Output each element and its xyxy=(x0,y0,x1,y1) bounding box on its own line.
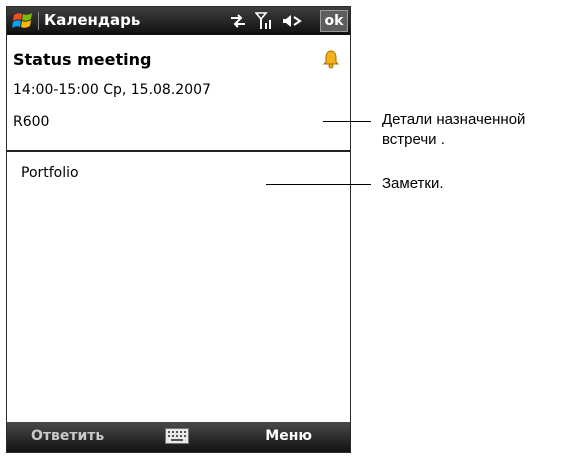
connectivity-icon[interactable] xyxy=(229,13,247,29)
title-separator xyxy=(38,12,39,30)
notes-callout-line xyxy=(266,184,371,185)
ok-button[interactable]: ok xyxy=(320,10,348,32)
details-callout-label: Детали назначенной встречи . xyxy=(382,110,525,150)
notes-callout-label: Заметки. xyxy=(382,175,444,192)
menu-softkey[interactable]: Меню xyxy=(265,428,312,444)
speaker-icon[interactable] xyxy=(281,13,303,29)
signal-icon[interactable] xyxy=(255,12,273,30)
windows-start-icon[interactable] xyxy=(12,10,34,32)
appointment-datetime: 14:00-15:00 Ср, 15.08.2007 xyxy=(13,82,211,98)
reply-softkey[interactable]: Ответить xyxy=(31,428,104,444)
details-callout-line2: встречи . xyxy=(382,131,445,148)
menu-bar: Ответить Меню xyxy=(7,422,350,452)
appointment-details[interactable]: Status meeting 14:00-15:00 Ср, 15.08.200… xyxy=(7,35,350,150)
appointment-subject: Status meeting xyxy=(13,50,152,69)
device-screen: Календарь ok Status meeting 14:00-15:00 … xyxy=(6,6,351,453)
notes-area[interactable]: Portfolio xyxy=(7,152,350,422)
appointment-location: R600 xyxy=(13,114,50,130)
details-callout-line xyxy=(323,121,371,122)
keyboard-icon[interactable] xyxy=(165,428,189,444)
notes-text: Portfolio xyxy=(21,165,79,181)
app-title: Календарь xyxy=(44,11,141,29)
title-bar: Календарь ok xyxy=(7,7,350,35)
details-callout-line1: Детали назначенной xyxy=(382,111,526,128)
bell-icon xyxy=(322,50,340,69)
